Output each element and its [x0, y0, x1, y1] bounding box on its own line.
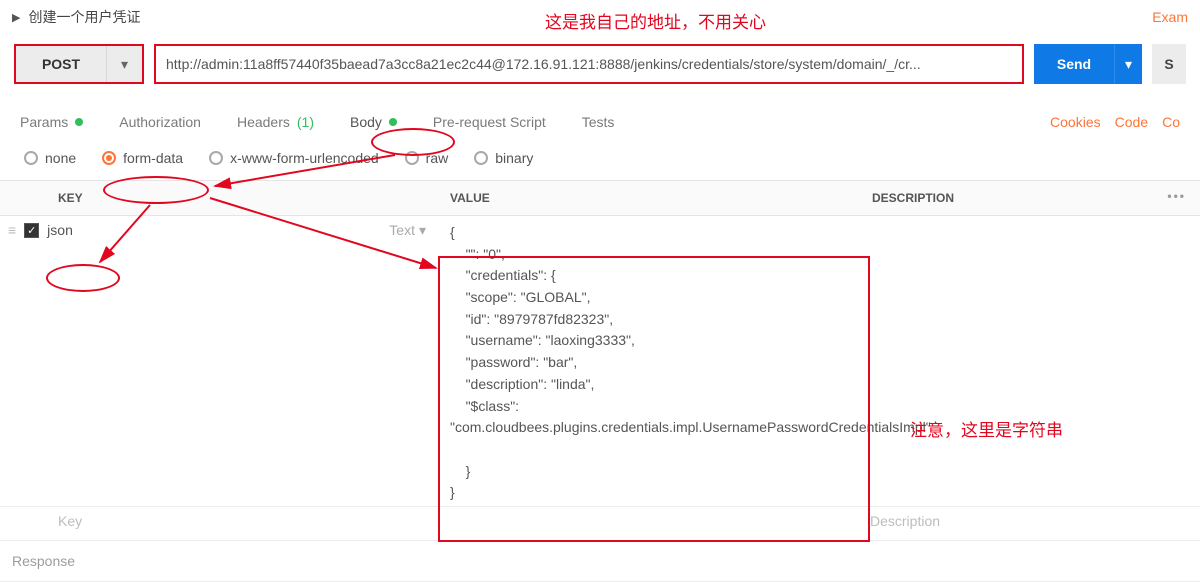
annotation-text-top: 这是我自己的地址，不用关心	[545, 8, 766, 33]
drag-handle-icon[interactable]: ≡	[8, 222, 16, 238]
annotation-text-right: 注意，这里是字符串	[910, 416, 1063, 441]
tab-headers-label: Headers	[237, 114, 290, 130]
send-button[interactable]: Send	[1034, 44, 1114, 84]
column-header-value: VALUE	[440, 181, 860, 215]
column-header-description-label: DESCRIPTION	[872, 191, 954, 205]
url-input[interactable]: http://admin:11a8ff57440f35baead7a3cc8a2…	[154, 44, 1024, 84]
radio-icon	[209, 151, 223, 165]
request-title: 创建一个用户凭证	[28, 7, 140, 27]
body-type-formdata-label: form-data	[123, 150, 183, 166]
tab-prerequest[interactable]: Pre-request Script	[433, 114, 546, 130]
body-type-none-label: none	[45, 150, 76, 166]
tab-tests[interactable]: Tests	[582, 114, 615, 130]
expand-caret-icon[interactable]: ▶	[12, 11, 20, 24]
formdata-type-selector[interactable]: Text ▾	[389, 222, 426, 239]
body-type-xwww[interactable]: x-www-form-urlencoded	[209, 150, 379, 166]
send-dropdown[interactable]: ▾	[1114, 44, 1142, 84]
comments-link[interactable]: Co	[1162, 114, 1180, 130]
http-method-selector[interactable]: POST ▾	[14, 44, 144, 84]
code-link[interactable]: Code	[1115, 114, 1148, 130]
body-type-raw-label: raw	[426, 150, 449, 166]
response-section-label: Response	[0, 541, 1200, 582]
tab-params-label: Params	[20, 114, 68, 130]
column-header-description: DESCRIPTION •••	[860, 181, 1200, 215]
formdata-key-input[interactable]: json	[47, 222, 73, 238]
http-method-dropdown[interactable]: ▾	[106, 46, 142, 82]
formdata-description-input[interactable]	[860, 216, 1200, 228]
body-type-binary-label: binary	[495, 150, 533, 166]
params-indicator-icon	[75, 118, 83, 126]
body-type-raw[interactable]: raw	[405, 150, 449, 166]
radio-icon	[24, 151, 38, 165]
body-indicator-icon	[389, 118, 397, 126]
column-header-key: KEY	[0, 181, 440, 215]
body-type-none[interactable]: none	[24, 150, 76, 166]
formdata-type-label: Text	[389, 222, 415, 238]
cookies-link[interactable]: Cookies	[1050, 114, 1101, 130]
tab-authorization[interactable]: Authorization	[119, 114, 201, 130]
body-type-xwww-label: x-www-form-urlencoded	[230, 150, 379, 166]
row-enable-checkbox[interactable]: ✓	[24, 223, 39, 238]
examples-link[interactable]: Exam	[1152, 9, 1188, 25]
tab-body[interactable]: Body	[350, 114, 397, 130]
formdata-key-placeholder[interactable]: Key	[58, 513, 82, 529]
tab-headers[interactable]: Headers (1)	[237, 114, 314, 130]
body-type-binary[interactable]: binary	[474, 150, 533, 166]
http-method-button[interactable]: POST	[16, 46, 106, 82]
chevron-down-icon: ▾	[419, 222, 426, 239]
body-type-formdata[interactable]: form-data	[102, 150, 183, 166]
radio-icon	[474, 151, 488, 165]
save-button[interactable]: S	[1152, 44, 1186, 84]
formdata-value-input[interactable]: { "": "0", "credentials": { "scope": "GL…	[440, 216, 860, 506]
columns-more-icon[interactable]: •••	[1167, 189, 1186, 203]
headers-count: (1)	[297, 114, 314, 130]
tab-params[interactable]: Params	[20, 114, 83, 130]
radio-icon	[405, 151, 419, 165]
radio-icon	[102, 151, 116, 165]
formdata-desc-placeholder[interactable]: Description	[870, 513, 940, 529]
tab-body-label: Body	[350, 114, 382, 130]
